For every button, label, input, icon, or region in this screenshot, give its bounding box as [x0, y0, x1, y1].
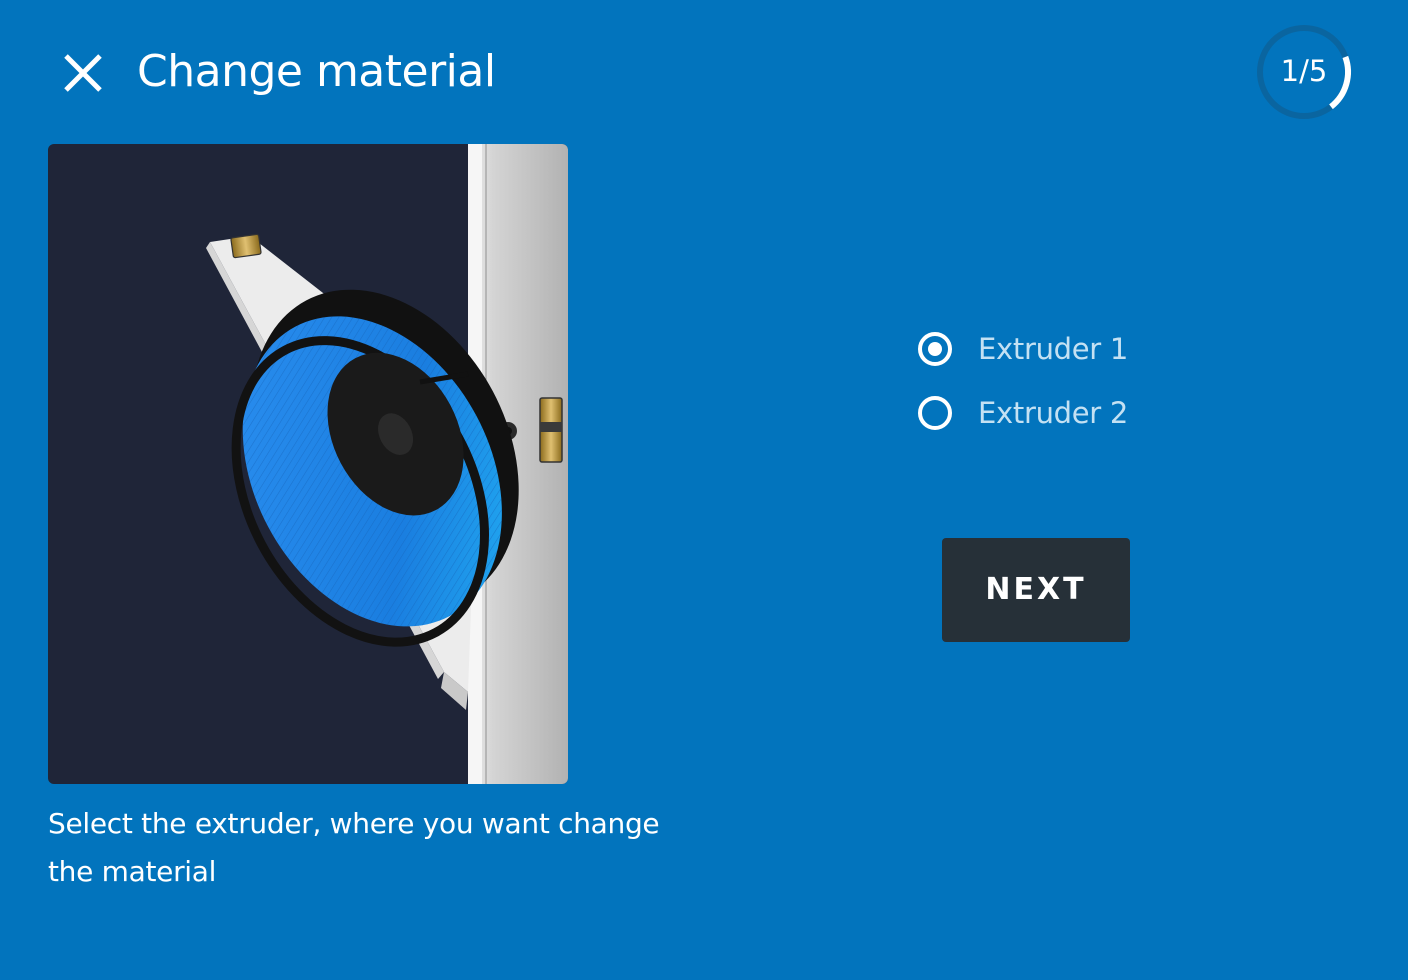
page-title: Change material — [137, 46, 496, 97]
radio-button-selected-icon[interactable] — [918, 332, 952, 366]
extruder-radio-group: Extruder 1 Extruder 2 — [918, 325, 1128, 453]
close-icon — [64, 54, 102, 92]
close-button[interactable] — [60, 50, 106, 96]
step-counter: 1/5 — [1280, 54, 1328, 88]
instruction-text: Select the extruder, where you want chan… — [48, 807, 660, 888]
spool-illustration — [48, 144, 568, 784]
radio-button-unselected-icon[interactable] — [918, 396, 952, 430]
radio-option-extruder-2[interactable]: Extruder 2 — [918, 389, 1128, 437]
radio-option-extruder-1[interactable]: Extruder 1 — [918, 325, 1128, 373]
radio-label-extruder-1: Extruder 1 — [978, 332, 1129, 366]
step-progress-indicator: 1/5 — [1254, 22, 1354, 122]
next-button[interactable]: NEXT — [942, 538, 1130, 642]
change-material-screen: Change material 1/5 Select the extruder,… — [0, 0, 1408, 980]
radio-label-extruder-2: Extruder 2 — [978, 396, 1129, 430]
